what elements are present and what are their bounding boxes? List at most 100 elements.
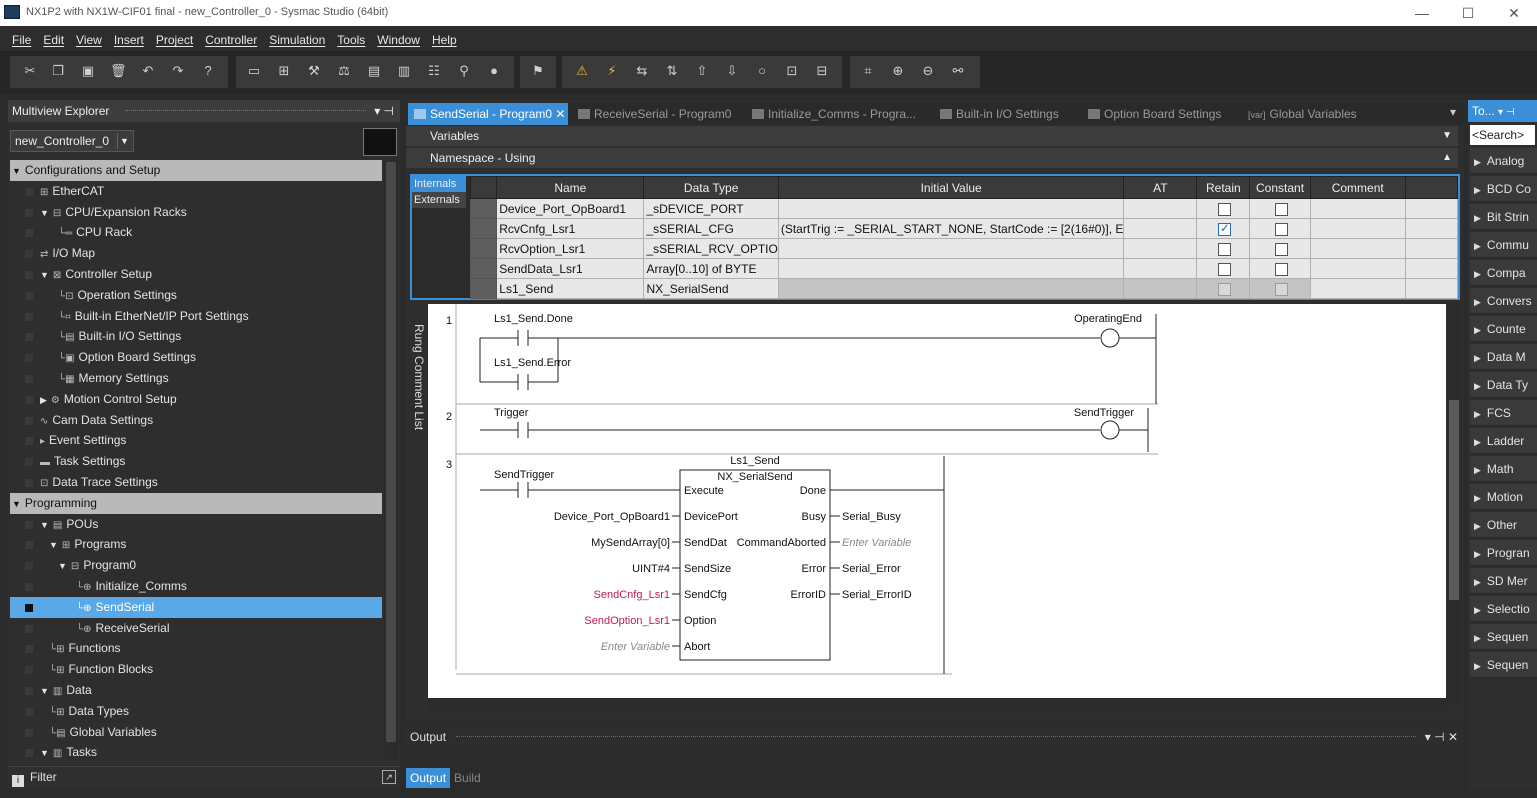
toolbox-category[interactable]: Other — [1470, 512, 1537, 538]
tree-item[interactable]: └▤ Global Variables — [10, 722, 382, 743]
tree-item[interactable]: └═ CPU Rack — [10, 222, 382, 243]
toolbox-category[interactable]: Convers — [1470, 288, 1537, 314]
chevron-down-icon[interactable]: ▼ — [117, 133, 131, 149]
variable-name-cell[interactable]: SendData_Lsr1 — [496, 258, 645, 279]
menu-file[interactable]: File — [6, 26, 37, 54]
tab-internals[interactable]: Internals — [412, 176, 466, 192]
retain-checkbox[interactable] — [1217, 242, 1231, 256]
variable-type-cell[interactable]: _sSERIAL_RCV_OPTIO — [643, 238, 779, 259]
toolbox-category[interactable]: BCD Co — [1470, 176, 1537, 202]
fb-instance-name[interactable]: Ls1_Send — [730, 455, 780, 467]
maximize-button[interactable]: ☐ — [1458, 4, 1478, 22]
comment-cell[interactable] — [1309, 198, 1406, 219]
tree-item[interactable]: ▸ Event Settings — [10, 430, 382, 451]
col-at[interactable]: AT — [1123, 176, 1198, 199]
tree-item[interactable]: └⌗ Built-in EtherNet/IP Port Settings — [10, 306, 382, 327]
upload-icon[interactable]: ⇧ — [694, 63, 710, 79]
fit-icon[interactable]: ⌗ — [860, 63, 876, 79]
initial-value-cell[interactable] — [777, 198, 1125, 219]
contact-label[interactable]: Trigger — [494, 407, 529, 419]
fb-output-variable[interactable]: Enter Variable — [842, 537, 911, 549]
tree-item[interactable]: └⊞ Functions — [10, 638, 382, 659]
tree-item[interactable]: ⇄ I/O Map — [10, 243, 382, 264]
tree-item[interactable]: ⊡ Data Trace Settings — [10, 472, 382, 493]
online-icon[interactable]: ⚡ — [604, 63, 620, 79]
zoom-in-icon[interactable]: ⊕ — [890, 63, 906, 79]
toolbox-category[interactable]: Sequen — [1470, 652, 1537, 678]
cut-icon[interactable]: ✂ — [22, 63, 38, 79]
tree-item[interactable]: └⊕ ReceiveSerial — [10, 618, 382, 639]
constant-cell[interactable] — [1249, 218, 1311, 239]
delete-icon[interactable]: 🗑 — [110, 63, 127, 79]
fb-input-variable[interactable]: Device_Port_OpBoard1 — [554, 511, 670, 523]
toolbox-category[interactable]: SD Mer — [1470, 568, 1537, 594]
tree-item[interactable]: ▶ ⚙ Motion Control Setup — [10, 389, 382, 410]
retain-cell[interactable] — [1196, 278, 1251, 299]
fb-input-variable[interactable]: SendOption_Lsr1 — [584, 615, 670, 627]
diagram-icon[interactable]: ☷ — [426, 63, 442, 79]
tab-receiveserial[interactable]: ReceiveSerial - Program0 — [572, 103, 742, 125]
retain-checkbox[interactable] — [1217, 282, 1231, 296]
expand-arrow-icon[interactable]: ▼ — [40, 748, 49, 758]
expand-arrow-icon[interactable]: ▼ — [58, 561, 67, 571]
tab-output[interactable]: Output — [406, 768, 451, 788]
toolbox-category[interactable]: Sequen — [1470, 624, 1537, 650]
expand-arrow-icon[interactable]: ▼ — [40, 520, 49, 530]
tree-section[interactable]: ▼ Configurations and Setup — [10, 160, 382, 181]
initial-value-cell[interactable] — [777, 278, 1125, 299]
extra-cell[interactable] — [1404, 238, 1459, 259]
download-icon[interactable]: ⇩ — [724, 63, 740, 79]
debug-icon[interactable]: ⊟ — [814, 63, 830, 79]
close-tab-icon[interactable]: ✕ — [555, 107, 565, 121]
transfer-icon[interactable]: ⇅ — [664, 63, 680, 79]
menu-controller[interactable]: Controller — [199, 26, 263, 54]
tab-option-board[interactable]: Option Board Settings — [1082, 103, 1238, 125]
tree-item[interactable]: ▼ ▥ Tasks — [10, 742, 382, 763]
extra-cell[interactable] — [1404, 218, 1459, 239]
tree-item[interactable]: └⊞ Function Blocks — [10, 659, 382, 680]
namespace-header[interactable]: Namespace - Using ▲ — [406, 148, 1458, 168]
extra-cell[interactable] — [1404, 258, 1459, 279]
layout-icon[interactable]: ⊞ — [276, 63, 292, 79]
collapse-icon[interactable]: ▼ — [1442, 126, 1452, 146]
simulation-icon[interactable]: ⚑ — [530, 63, 546, 79]
tree-item[interactable]: └▦ Memory Settings — [10, 368, 382, 389]
comment-cell[interactable] — [1309, 258, 1406, 279]
comment-cell[interactable] — [1309, 238, 1406, 259]
rung-comment-list[interactable]: Rung Comment List — [408, 324, 426, 484]
expand-arrow-icon[interactable]: ▼ — [40, 270, 49, 280]
variable-row[interactable]: Ls1_Send NX_SerialSend — [469, 278, 1459, 299]
tree-item[interactable]: └⊞ Data Types — [10, 701, 382, 722]
toolbox-category[interactable]: Math — [1470, 456, 1537, 482]
contact-label[interactable]: SendTrigger — [494, 469, 554, 481]
tree-item[interactable]: └⊕ SendSerial — [10, 596, 382, 618]
ladder-horizontal-scrollbar[interactable] — [428, 698, 1448, 714]
fb-output-variable[interactable]: Serial_Error — [842, 563, 901, 575]
toolbox-category[interactable]: FCS — [1470, 400, 1537, 426]
menu-edit[interactable]: Edit — [37, 26, 70, 54]
comment-cell[interactable] — [1309, 278, 1406, 299]
contact-label[interactable]: Ls1_Send.Error — [494, 357, 571, 369]
col-comment[interactable]: Comment — [1309, 176, 1406, 199]
col-initial-value[interactable]: Initial Value — [777, 176, 1125, 199]
constant-checkbox[interactable] — [1274, 202, 1288, 216]
retain-cell[interactable] — [1196, 218, 1251, 239]
constant-cell[interactable] — [1249, 198, 1311, 219]
tab-list-icon[interactable]: ▾ — [1450, 105, 1456, 119]
variable-type-cell[interactable]: Array[0..10] of BYTE — [643, 258, 779, 279]
fb-output-variable[interactable]: Serial_ErrorID — [842, 589, 912, 601]
tab-global-variables[interactable]: [var] Global Variables — [1242, 103, 1366, 125]
filter-expand-icon[interactable]: ↗ — [382, 770, 396, 784]
explorer-scroll-thumb[interactable] — [386, 162, 396, 742]
tree-item[interactable]: ▬ Task Settings — [10, 451, 382, 472]
toolbox-category[interactable]: Data Ty — [1470, 372, 1537, 398]
menu-project[interactable]: Project — [150, 26, 199, 54]
retain-checkbox[interactable] — [1217, 202, 1231, 216]
copy-icon[interactable]: ❐ — [50, 63, 66, 79]
explorer-pin-icon[interactable]: ▾ ⊣ — [374, 100, 394, 122]
col-data-type[interactable]: Data Type — [643, 176, 779, 199]
variable-type-cell[interactable]: _sDEVICE_PORT — [643, 198, 779, 219]
redo-icon[interactable]: ↷ — [170, 63, 186, 79]
menu-tools[interactable]: Tools — [331, 26, 371, 54]
expand-arrow-icon[interactable]: ▼ — [40, 686, 49, 696]
